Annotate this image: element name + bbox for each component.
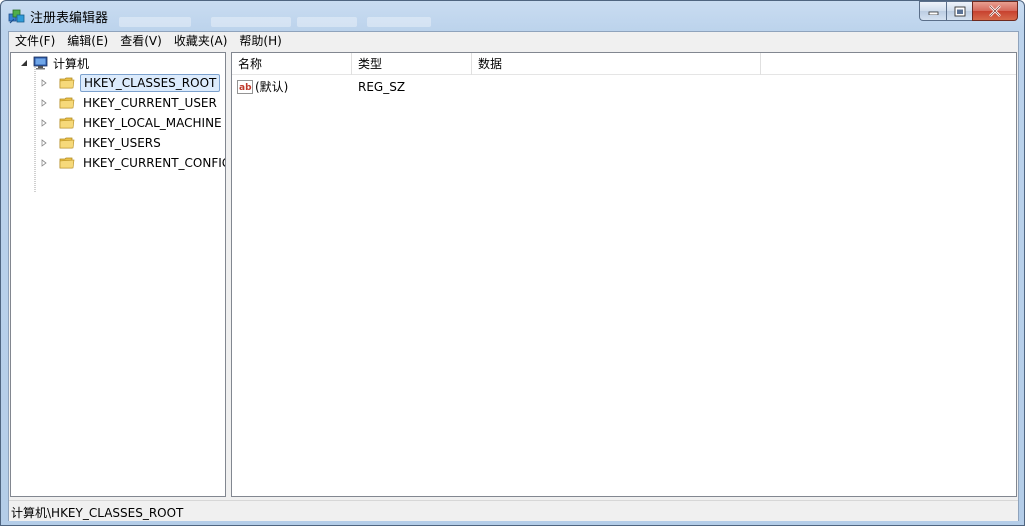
value-name: (默认) [255,80,289,94]
tree-label-computer: 计算机 [53,56,90,71]
collapsed-arrow-icon[interactable] [39,78,49,88]
list-item[interactable]: ab (默认) REG_SZ [232,77,1016,97]
title-glass-reflection [367,17,431,27]
registry-tree[interactable]: 计算机 HKEY_CLASSES_ROOT HKEY_CURRENT_USER … [10,52,226,497]
tree-label-hkcu: HKEY_CURRENT_USER [83,96,217,110]
string-value-icon: ab [237,80,253,94]
values-list[interactable]: 名称 类型 数据 ab (默认) REG_SZ [231,52,1017,497]
close-button[interactable] [972,1,1018,21]
collapsed-arrow-icon[interactable] [39,138,49,148]
maximize-icon [954,6,965,16]
status-path: 计算机\HKEY_CLASSES_ROOT [11,506,184,520]
title-bar[interactable]: 注册表编辑器 [1,1,1024,31]
maximize-button[interactable] [946,1,972,21]
svg-text:ab: ab [239,83,252,93]
column-header-data[interactable]: 数据 [472,53,761,75]
tree-item-hkcu[interactable]: HKEY_CURRENT_USER [39,93,220,113]
folder-icon [59,97,75,109]
menu-edit[interactable]: 编辑(E) [61,32,114,50]
tree-label-hkcr: HKEY_CLASSES_ROOT [80,74,221,92]
menu-bar: 文件(F) 编辑(E) 查看(V) 收藏夹(A) 帮助(H) [9,32,1018,50]
list-header: 名称 类型 数据 [232,53,1016,75]
collapsed-arrow-icon[interactable] [39,118,49,128]
menu-view[interactable]: 查看(V) [114,32,168,50]
title-glass-reflection [119,17,191,27]
tree-item-computer[interactable]: 计算机 [19,53,92,73]
menu-favorites[interactable]: 收藏夹(A) [168,32,234,50]
regedit-app-icon [8,9,25,24]
title-glass-reflection [297,17,357,27]
tree-item-hklm[interactable]: HKEY_LOCAL_MACHINE [39,113,225,133]
status-bar: 计算机\HKEY_CLASSES_ROOT [9,500,1018,521]
regedit-window: 注册表编辑器 文件(F) 编辑(E) 查看(V) 收藏夹(A) 帮助(H) 计算… [0,0,1025,526]
close-icon [989,5,1001,17]
menu-file[interactable]: 文件(F) [9,32,61,50]
column-header-type[interactable]: 类型 [352,53,472,75]
value-type: REG_SZ [358,80,406,94]
minimize-icon [928,11,938,15]
tree-item-hkcc[interactable]: HKEY_CURRENT_CONFIG [39,153,226,173]
tree-item-hku[interactable]: HKEY_USERS [39,133,164,153]
menu-help[interactable]: 帮助(H) [233,32,287,50]
folder-icon [59,117,75,129]
window-title: 注册表编辑器 [30,11,109,26]
minimize-button[interactable] [919,1,946,21]
folder-icon [59,77,75,89]
expanded-arrow-icon[interactable] [19,58,29,68]
tree-label-hklm: HKEY_LOCAL_MACHINE [83,116,222,130]
tree-item-hkcr[interactable]: HKEY_CLASSES_ROOT [39,73,221,93]
client-area: 文件(F) 编辑(E) 查看(V) 收藏夹(A) 帮助(H) 计算机 HKEY_… [8,31,1019,521]
tree-label-hku: HKEY_USERS [83,136,161,150]
collapsed-arrow-icon[interactable] [39,98,49,108]
caption-buttons [919,1,1018,21]
computer-icon [33,56,48,70]
column-header-name[interactable]: 名称 [232,53,352,75]
tree-label-hkcc: HKEY_CURRENT_CONFIG [83,156,226,170]
title-glass-reflection [211,17,291,27]
collapsed-arrow-icon[interactable] [39,158,49,168]
folder-icon [59,137,75,149]
folder-icon [59,157,75,169]
